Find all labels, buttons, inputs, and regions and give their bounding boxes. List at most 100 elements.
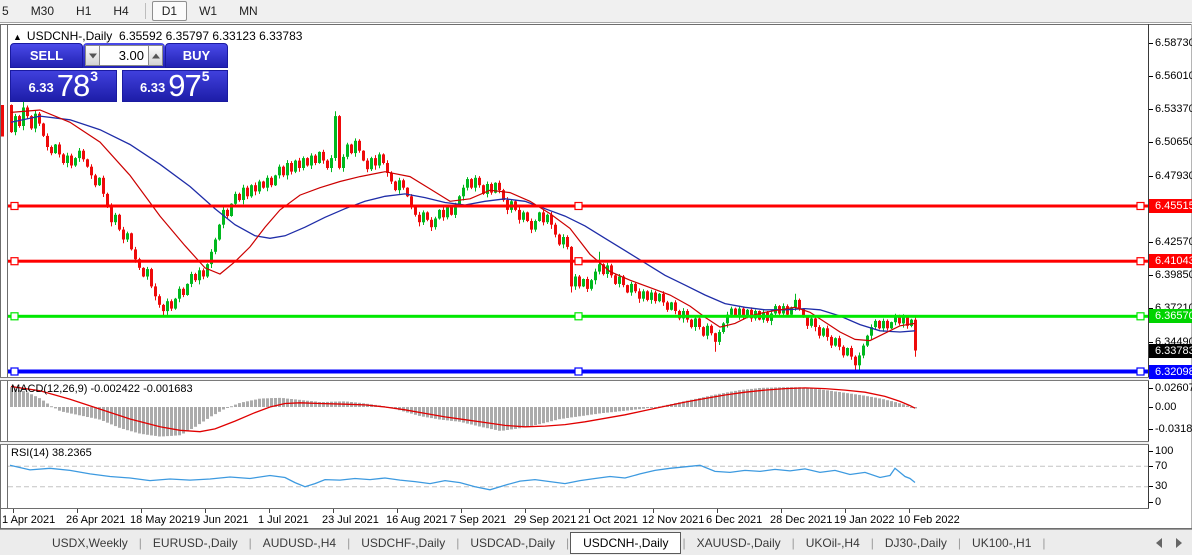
timeframe-button-w1[interactable]: W1 [189,1,227,21]
rsi-indicator-canvas[interactable] [0,445,1148,508]
date-tick [845,509,846,513]
line-drag-handle [575,313,582,320]
tab-separator: | [958,536,961,550]
line-drag-handle [575,368,582,375]
tab-separator: | [566,536,569,550]
line-drag-handle [575,203,582,210]
timeframe-button-h1[interactable]: H1 [66,1,101,21]
candlesticks [10,100,917,371]
chart-ohlc-values: 6.35592 6.35797 6.33123 6.33783 [119,29,303,43]
volume-stepper [83,43,165,68]
buy-price-big-digits: 97 [168,73,200,98]
date-tick-label: 21 Oct 2021 [578,514,638,526]
line-drag-handle [1137,258,1144,265]
timeframe-button-5[interactable]: 5 [0,1,19,21]
price-tick-label: 6.58730 [1149,37,1192,50]
rsi-tick-label: 0 [1149,496,1192,509]
rsi-tick-label: 100 [1149,445,1192,458]
volume-increase-button[interactable] [148,45,163,66]
chart-tab-xauusd-daily[interactable]: XAUUSD-,Daily [687,533,791,553]
tab-separator: | [682,536,685,550]
date-tick [653,509,654,513]
chart-bottom-border [0,508,1149,509]
chart-tab-eurusd-daily[interactable]: EURUSD-,Daily [143,533,248,553]
timeframe-toolbar: 5M30H1H4 D1W1MN [0,0,1192,23]
chart-tab-usdx-weekly[interactable]: USDX,Weekly [42,533,138,553]
trading-terminal-window: 5M30H1H4D1W1MN ▲USDCNH-,Daily 6.35592 6.… [0,0,1192,555]
date-tick-label: 6 Dec 2021 [706,514,762,526]
macd-tick-label: 0.00 [1149,401,1192,414]
rsi-splitter[interactable] [0,441,1149,445]
chart-tab-ukoil-h4[interactable]: UKOil-,H4 [796,533,870,553]
edge-candle [1,105,4,137]
macd-tick-label: -0.03187 [1149,423,1192,436]
date-tick [13,509,14,513]
tab-separator: | [792,536,795,550]
sell-price-prefix: 6.33 [28,80,53,95]
ma-slow-line [11,116,915,332]
date-tick-label: 1 Apr 2021 [2,514,55,526]
price-level-badge: 6.33783 [1149,344,1192,358]
date-tick [717,509,718,513]
price-level-badge: 6.41043 [1149,254,1192,268]
price-tick-label: 6.50650 [1149,136,1192,149]
chart-tab-usdchf-daily[interactable]: USDCHF-,Daily [351,533,455,553]
date-tick [461,509,462,513]
date-tick-label: 7 Sep 2021 [450,514,506,526]
chart-tab-audusd-h4[interactable]: AUDUSD-,H4 [253,533,346,553]
timeframe-button-d1[interactable]: D1 [152,1,187,21]
date-tick-label: 23 Jul 2021 [322,514,379,526]
buy-button[interactable]: BUY [165,43,228,68]
sell-button[interactable]: SELL [10,43,83,68]
macd-splitter[interactable] [0,377,1149,381]
tab-separator: | [871,536,874,550]
date-tick [589,509,590,513]
date-tick [333,509,334,513]
buy-price-prefix: 6.33 [140,80,165,95]
date-tick-label: 9 Jun 2021 [194,514,248,526]
tab-separator: | [456,536,459,550]
chart-tab-uk100-h1[interactable]: UK100-,H1 [962,533,1041,553]
tab-scroll-left-icon[interactable] [1156,538,1162,548]
date-tick [269,509,270,513]
toolbar-separator [145,3,146,19]
date-tick-label: 18 May 2021 [130,514,194,526]
timeframe-button-h4[interactable]: H4 [103,1,138,21]
tab-separator: | [249,536,252,550]
chevron-up-icon [152,53,160,58]
line-drag-handle [1137,203,1144,210]
date-tick [909,509,910,513]
date-tick [781,509,782,513]
price-tick-label: 6.56010 [1149,70,1192,83]
date-tick-label: 28 Dec 2021 [770,514,832,526]
volume-decrease-button[interactable] [85,45,100,66]
price-level-badge: 6.32098 [1149,365,1192,379]
tab-separator: | [139,536,142,550]
date-tick-label: 16 Aug 2021 [386,514,448,526]
chart-tab-bar: USDX,Weekly|EURUSD-,Daily|AUDUSD-,H4|USD… [0,529,1192,555]
tab-scroll-right-icon[interactable] [1176,538,1182,548]
chart-tab-dj30-daily[interactable]: DJ30-,Daily [875,533,957,553]
chart-tab-usdcad-daily[interactable]: USDCAD-,Daily [460,533,565,553]
date-tick [141,509,142,513]
sell-price-big-digits: 78 [57,73,89,98]
tab-scroll-controls [1156,538,1182,548]
date-tick [77,509,78,513]
macd-label: MACD(12,26,9) -0.002422 -0.001683 [11,383,193,395]
rsi-line [10,465,915,490]
timeframe-button-m30[interactable]: M30 [21,1,64,21]
line-drag-handle [575,258,582,265]
buy-price-display[interactable]: 6.33 97 5 [122,70,229,102]
sell-price-display[interactable]: 6.33 78 3 [10,70,117,102]
chart-tab-usdcnh-daily[interactable]: USDCNH-,Daily [570,532,681,554]
price-tick-label: 6.39850 [1149,269,1192,282]
tab-separator: | [347,536,350,550]
date-tick-label: 29 Sep 2021 [514,514,576,526]
date-tick-label: 19 Jan 2022 [834,514,895,526]
date-tick-label: 12 Nov 2021 [642,514,704,526]
timeframe-button-mn[interactable]: MN [229,1,268,21]
sell-price-pip-digit: 3 [90,68,98,84]
line-drag-handle [1137,313,1144,320]
line-drag-handle [11,258,18,265]
volume-input[interactable] [100,45,148,66]
